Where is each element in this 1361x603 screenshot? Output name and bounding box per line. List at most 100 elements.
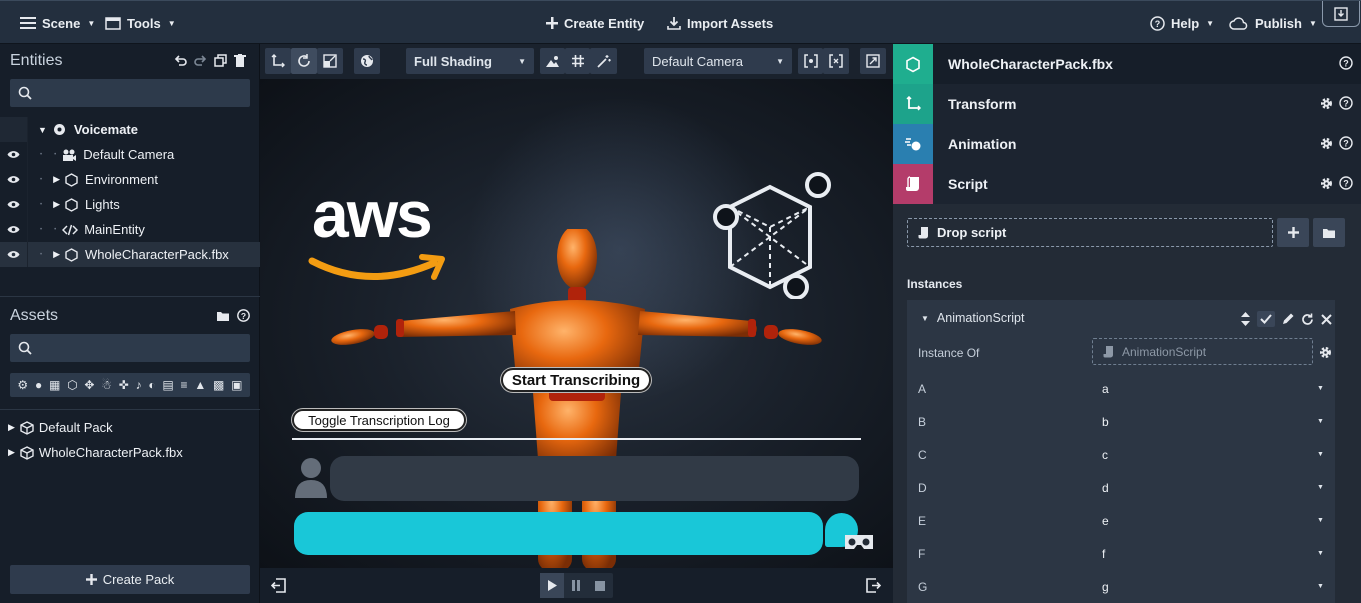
filter-sprite-icon[interactable]: ◐ (148, 378, 155, 392)
dropdown-caret-icon[interactable]: ▼ (1317, 451, 1324, 458)
tree-item-default-camera[interactable]: • • Default Camera (0, 142, 260, 167)
attribute-select-value[interactable]: a (1102, 382, 1109, 396)
vr-headset-icon[interactable] (844, 533, 874, 553)
attribute-select-value[interactable]: d (1102, 481, 1109, 495)
assets-search-input[interactable] (10, 334, 250, 362)
create-pack-button[interactable]: Create Pack (10, 565, 250, 594)
instance-of-field[interactable]: AnimationScript (1092, 338, 1313, 365)
attribute-row-g[interactable]: G g ▼ (907, 570, 1335, 603)
drop-script-zone[interactable]: Drop script (907, 218, 1273, 247)
focus-entity-button[interactable] (798, 48, 823, 74)
check-icon[interactable] (1257, 311, 1275, 327)
entities-search-input[interactable] (10, 79, 250, 107)
component-script[interactable]: Script ? (893, 164, 1361, 204)
create-entity-button[interactable]: Create Entity (546, 1, 644, 45)
translate-tool-button[interactable] (265, 48, 291, 74)
filter-font-icon[interactable]: ≡ (181, 378, 188, 392)
visibility-eye-icon[interactable] (0, 142, 28, 167)
browse-script-button[interactable] (1313, 218, 1345, 247)
question-circle-icon[interactable]: ? (1339, 176, 1353, 190)
asset-pack-default[interactable]: ▶ Default Pack (0, 415, 260, 440)
question-circle-icon[interactable]: ? (1339, 136, 1353, 150)
visibility-eye-icon[interactable] (0, 192, 28, 217)
collapse-caret-icon[interactable]: ▼ (921, 314, 929, 323)
scene-canvas[interactable]: aws Start Transcribing Toggle Transcript… (260, 79, 893, 568)
gear-icon[interactable] (1319, 346, 1332, 359)
tree-item-mainentity[interactable]: • • MainEntity (0, 217, 260, 242)
expand-icon[interactable]: ▶ (8, 447, 15, 458)
filter-texture-icon[interactable]: ▣ (231, 378, 242, 392)
redo-icon[interactable] (194, 54, 207, 67)
dropdown-caret-icon[interactable]: ▼ (1317, 517, 1324, 524)
dropdown-caret-icon[interactable]: ▼ (1317, 550, 1324, 557)
expand-icon[interactable]: ▶ (53, 199, 60, 210)
publish-menu[interactable]: Publish ▼ (1229, 1, 1317, 45)
tree-root-voicemate[interactable]: ▼ Voicemate (0, 117, 260, 142)
duplicate-icon[interactable] (214, 54, 227, 67)
attribute-select-value[interactable]: c (1102, 448, 1108, 462)
play-button[interactable] (540, 573, 564, 598)
reorder-arrows-icon[interactable] (1241, 312, 1250, 326)
filter-animation-icon[interactable]: ● (35, 378, 42, 392)
question-circle-icon[interactable]: ? (237, 309, 250, 322)
component-transform[interactable]: Transform ? (893, 84, 1361, 124)
attribute-select-value[interactable]: b (1102, 415, 1109, 429)
import-assets-button[interactable]: Import Assets (667, 1, 773, 45)
question-circle-icon[interactable]: ? (1339, 96, 1353, 110)
question-circle-icon[interactable]: ? (1339, 56, 1353, 70)
gear-icon[interactable] (1320, 96, 1333, 110)
visibility-eye-icon[interactable] (0, 217, 28, 242)
attribute-select-value[interactable]: g (1102, 580, 1109, 594)
undo-icon[interactable] (174, 54, 187, 67)
expand-icon[interactable]: ▶ (53, 249, 60, 260)
dropdown-caret-icon[interactable]: ▼ (1317, 583, 1324, 590)
tree-item-lights[interactable]: • ▶ Lights (0, 192, 260, 217)
filter-character-icon[interactable]: ☃ (101, 378, 112, 392)
attribute-row-f[interactable]: F f ▼ (907, 537, 1335, 570)
help-menu[interactable]: ? Help ▼ (1150, 1, 1214, 45)
world-space-button[interactable] (354, 48, 380, 74)
shading-select[interactable]: Full Shading ▼ (406, 48, 534, 74)
expand-icon[interactable]: ▼ (38, 125, 47, 135)
trash-icon[interactable] (234, 54, 246, 67)
filter-all-icon[interactable]: ⚙ (17, 378, 28, 392)
lighting-toggle-button[interactable] (540, 48, 565, 74)
stop-button[interactable] (588, 573, 612, 598)
maximize-viewport-button[interactable] (860, 48, 886, 74)
dropdown-caret-icon[interactable]: ▼ (1317, 385, 1324, 392)
effects-toggle-button[interactable] (590, 48, 617, 74)
attribute-row-c[interactable]: C c ▼ (907, 438, 1335, 471)
dropdown-caret-icon[interactable]: ▼ (1317, 418, 1324, 425)
gear-icon[interactable] (1320, 136, 1333, 150)
collapse-left-icon[interactable] (271, 578, 286, 593)
filter-model-icon[interactable]: ⬡ (67, 378, 77, 392)
filter-material-icon[interactable]: ▩ (213, 378, 224, 392)
collapse-tab-button[interactable] (1322, 1, 1360, 27)
close-icon[interactable] (1321, 313, 1332, 325)
filter-image-icon[interactable]: ▲ (194, 378, 206, 392)
frame-all-button[interactable] (823, 48, 849, 74)
filter-film-icon[interactable]: ▦ (49, 378, 60, 392)
edit-pencil-icon[interactable] (1282, 313, 1294, 325)
gear-icon[interactable] (1320, 176, 1333, 190)
attribute-select-value[interactable]: f (1102, 547, 1105, 561)
folder-icon[interactable] (216, 309, 230, 322)
tree-item-wholecharacterpack[interactable]: • ▶ WholeCharacterPack.fbx (0, 242, 260, 267)
pause-button[interactable] (564, 573, 588, 598)
filter-physics-icon[interactable]: ✜ (119, 378, 129, 392)
component-animation[interactable]: Animation ? (893, 124, 1361, 164)
grid-toggle-button[interactable] (565, 48, 590, 74)
attribute-row-d[interactable]: D d ▼ (907, 471, 1335, 504)
tools-menu[interactable]: Tools ▼ (105, 1, 176, 45)
attribute-row-a[interactable]: A a ▼ (907, 372, 1335, 405)
rotate-tool-button[interactable] (291, 48, 317, 74)
scene-menu[interactable]: Scene ▼ (20, 1, 95, 45)
collapse-right-icon[interactable] (866, 578, 881, 593)
filter-audio-icon[interactable]: ♪ (136, 378, 142, 392)
expand-icon[interactable]: ▶ (53, 174, 60, 185)
toggle-transcription-log-button[interactable]: Toggle Transcription Log (292, 409, 466, 431)
expand-icon[interactable]: ▶ (8, 422, 15, 433)
scale-tool-button[interactable] (317, 48, 343, 74)
add-script-button[interactable] (1277, 218, 1309, 247)
filter-text-icon[interactable]: ▤ (162, 378, 173, 392)
